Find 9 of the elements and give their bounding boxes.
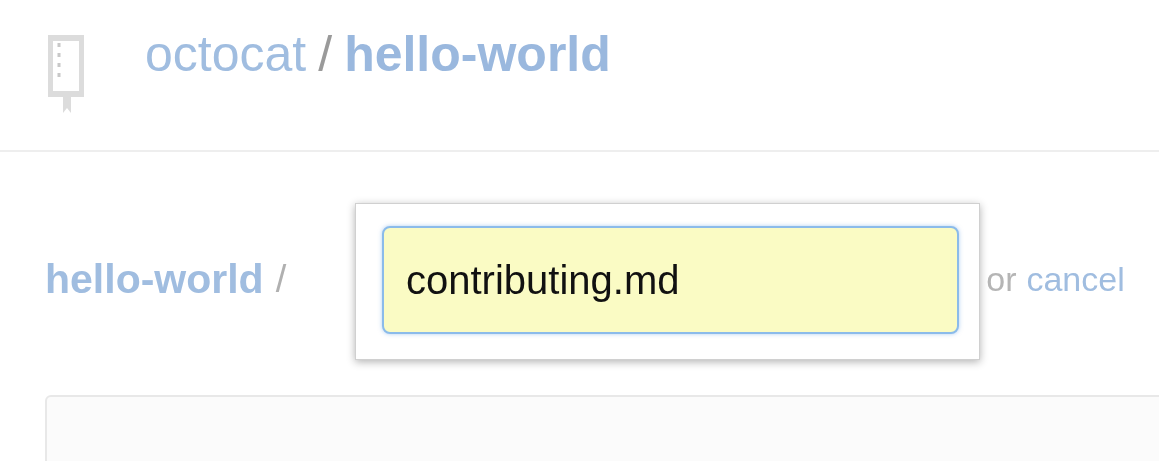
- filename-field[interactable]: contributing.md: [382, 226, 959, 334]
- or-text: or: [986, 259, 1017, 299]
- repo-book-icon: [45, 33, 87, 115]
- owner-link[interactable]: octocat: [145, 25, 307, 83]
- cancel-link[interactable]: cancel: [1026, 259, 1125, 299]
- path-separator: /: [275, 257, 287, 301]
- repo-link[interactable]: hello-world: [45, 255, 264, 303]
- path-separator: /: [318, 25, 333, 83]
- repo-link[interactable]: hello-world: [344, 25, 611, 83]
